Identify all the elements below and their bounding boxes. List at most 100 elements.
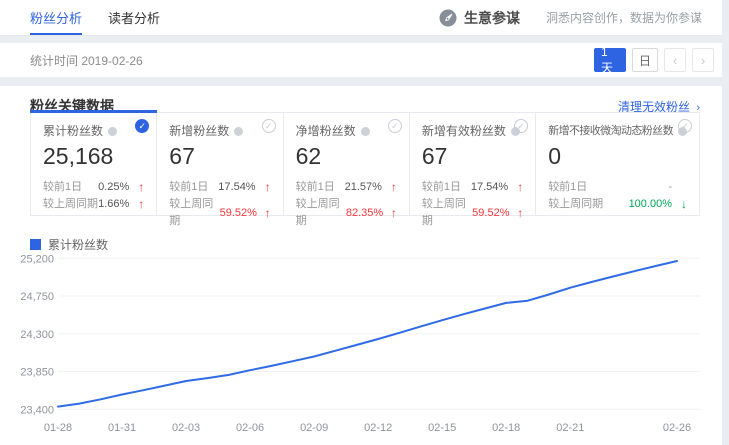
comparison-value: 21.57% xyxy=(345,179,382,196)
range-1day-button[interactable]: 1天 xyxy=(594,48,626,72)
brand-name: 生意参谋 xyxy=(464,8,520,28)
card-title: 累计粉丝数 xyxy=(43,123,144,139)
date-controls: 1天 日 ‹ › xyxy=(594,48,714,72)
comparison-value: 82.35% xyxy=(346,205,383,222)
card-comparison-rows: 较前1日17.54%↑较上周同期59.52%↑ xyxy=(422,179,523,230)
arrow-up-icon: ↑ xyxy=(509,205,523,222)
comparison-value: 59.52% xyxy=(220,205,257,222)
comparison-label: 较上周同期 xyxy=(43,196,98,213)
info-icon xyxy=(108,127,117,136)
arrow-up-icon: ↑ xyxy=(256,179,271,196)
card-title: 新增粉丝数 xyxy=(169,123,270,139)
arrow-down-icon: ↓ xyxy=(672,196,687,213)
brand-slogan: 洞悉内容创作，数据为你参谋 xyxy=(546,9,702,26)
comparison-row: 较上周同期82.35%↑ xyxy=(296,196,397,230)
card-value: 0 xyxy=(548,142,687,170)
date-toolbar: 统计时间 2019-02-26 1天 日 ‹ › xyxy=(0,43,722,77)
comparison-label: 较前1日 xyxy=(43,179,82,196)
tab-reader-analysis[interactable]: 读者分析 xyxy=(108,0,160,35)
comparison-value: 0.25% xyxy=(98,179,129,196)
prev-date-button[interactable]: ‹ xyxy=(664,48,686,72)
comparison-label: 较上周同期 xyxy=(169,196,219,230)
sycm-logo-icon xyxy=(439,9,457,27)
info-icon xyxy=(361,127,370,136)
trend-line-chart: 23,400 23,850 24,300 24,750 25,200 01-28 01-31… xyxy=(0,250,722,445)
comparison-value: 100.00% xyxy=(629,196,672,213)
next-date-button[interactable]: › xyxy=(692,48,714,72)
arrow-up-icon: ↑ xyxy=(129,196,144,213)
card-value: 67 xyxy=(422,142,523,170)
info-icon xyxy=(234,127,243,136)
x-axis-label: 01-31 xyxy=(108,422,136,434)
card-title: 新增不接收微淘动态粉丝数 xyxy=(548,123,687,139)
y-axis-label: 24,300 xyxy=(20,329,54,341)
arrow-up-icon: ↑ xyxy=(257,205,271,222)
y-axis-label: 25,200 xyxy=(20,253,54,265)
arrow-up-icon: ↑ xyxy=(129,179,144,196)
arrow-up-icon: ↑ xyxy=(508,179,523,196)
x-axis-label: 02-12 xyxy=(364,422,392,434)
comparison-label: 较前1日 xyxy=(296,179,335,196)
comparison-label: 较上周同期 xyxy=(548,196,603,213)
unit-day-button[interactable]: 日 xyxy=(632,48,658,72)
comparison-row: 较前1日 21.57%↑ xyxy=(296,179,397,196)
card-comparison-rows: 较前1日 - 较上周同期 100.00%↓ xyxy=(548,179,687,213)
card-title-text: 新增不接收微淘动态粉丝数 xyxy=(548,125,673,137)
stat-time-label: 统计时间 2019-02-26 xyxy=(30,52,143,69)
y-axis-label: 24,750 xyxy=(20,291,54,303)
metric-card-0[interactable]: ✓累计粉丝数25,168较前1日0.25%↑较上周同期1.66%↑ xyxy=(31,113,157,215)
comparison-label: 较上周同期 xyxy=(422,196,472,230)
page: 粉丝分析 读者分析 生意参谋 洞悉内容创作，数据为你参谋 统计时间 2019-0… xyxy=(0,0,722,445)
card-value: 25,168 xyxy=(43,142,144,170)
x-axis-label: 02-21 xyxy=(556,422,584,434)
check-circle-outline-icon[interactable]: ✓ xyxy=(678,119,692,133)
y-axis-label: 23,850 xyxy=(20,367,54,379)
check-circle-outline-icon[interactable]: ✓ xyxy=(388,119,402,133)
x-axis-label: 02-15 xyxy=(428,422,456,434)
check-circle-filled-icon[interactable]: ✓ xyxy=(135,119,149,133)
comparison-value: 59.52% xyxy=(472,205,509,222)
comparison-row: 较上周同期1.66%↑ xyxy=(43,196,144,213)
tab-reader-analysis-label: 读者分析 xyxy=(108,8,160,27)
tab-bar: 粉丝分析 读者分析 xyxy=(30,0,186,35)
comparison-value: 17.54% xyxy=(218,179,255,196)
x-axis-label: 02-06 xyxy=(236,422,264,434)
metric-card-row: ✓累计粉丝数25,168较前1日0.25%↑较上周同期1.66%↑✓新增粉丝数6… xyxy=(30,112,700,216)
tab-fan-analysis-label: 粉丝分析 xyxy=(30,8,82,27)
comparison-value: - xyxy=(668,179,672,196)
fan-key-data-panel: 粉丝关键数据 清理无效粉丝 › ✓累计粉丝数25,168较前1日0.25%↑较上… xyxy=(0,86,722,445)
x-axis-label: 02-26 xyxy=(663,422,691,434)
tab-fan-analysis[interactable]: 粉丝分析 xyxy=(30,0,82,35)
metric-card-2[interactable]: ✓净增粉丝数62较前1日21.57%↑较上周同期82.35%↑ xyxy=(284,113,410,215)
legend-swatch-icon xyxy=(30,239,41,250)
arrow-up-icon: ↑ xyxy=(382,179,397,196)
comparison-label: 较上周同期 xyxy=(296,196,346,230)
comparison-value: 17.54% xyxy=(471,179,508,196)
metric-card-3[interactable]: ✓新增有效粉丝数67较前1日17.54%↑较上周同期59.52%↑ xyxy=(410,113,536,215)
x-axis-label: 01-28 xyxy=(44,422,72,434)
comparison-row: 较上周同期 100.00%↓ xyxy=(548,196,687,213)
comparison-row: 较前1日 17.54%↑ xyxy=(422,179,523,196)
card-value: 62 xyxy=(296,142,397,170)
card-title-text: 累计粉丝数 xyxy=(43,124,103,138)
check-circle-outline-icon[interactable]: ✓ xyxy=(262,119,276,133)
card-value: 67 xyxy=(169,142,270,170)
card-comparison-rows: 较前1日 21.57%↑较上周同期82.35%↑ xyxy=(296,179,397,230)
comparison-value: 1.66% xyxy=(98,196,129,213)
top-header: 粉丝分析 读者分析 生意参谋 洞悉内容创作，数据为你参谋 xyxy=(0,0,722,36)
x-axis-label: 02-09 xyxy=(300,422,328,434)
metric-card-4[interactable]: ✓ 新增不接收微淘动态粉丝数 0 较前1日 - 较上周同期 100.00%↓ xyxy=(536,113,699,215)
brand: 生意参谋 洞悉内容创作，数据为你参谋 xyxy=(439,8,702,28)
comparison-row: 较前1日 17.54%↑ xyxy=(169,179,270,196)
card-title-text: 净增粉丝数 xyxy=(296,124,356,138)
comparison-label: 较前1日 xyxy=(548,179,587,196)
comparison-row: 较前1日 - xyxy=(548,179,687,196)
y-axis-label: 23,400 xyxy=(20,404,54,416)
metric-card-1[interactable]: ✓新增粉丝数67较前1日17.54%↑较上周同期59.52%↑ xyxy=(157,113,283,215)
comparison-row: 较上周同期59.52%↑ xyxy=(169,196,270,230)
comparison-label: 较前1日 xyxy=(169,179,208,196)
check-circle-outline-icon[interactable]: ✓ xyxy=(514,119,528,133)
card-comparison-rows: 较前1日17.54%↑较上周同期59.52%↑ xyxy=(169,179,270,230)
comparison-row: 较上周同期59.52%↑ xyxy=(422,196,523,230)
comparison-label: 较前1日 xyxy=(422,179,461,196)
